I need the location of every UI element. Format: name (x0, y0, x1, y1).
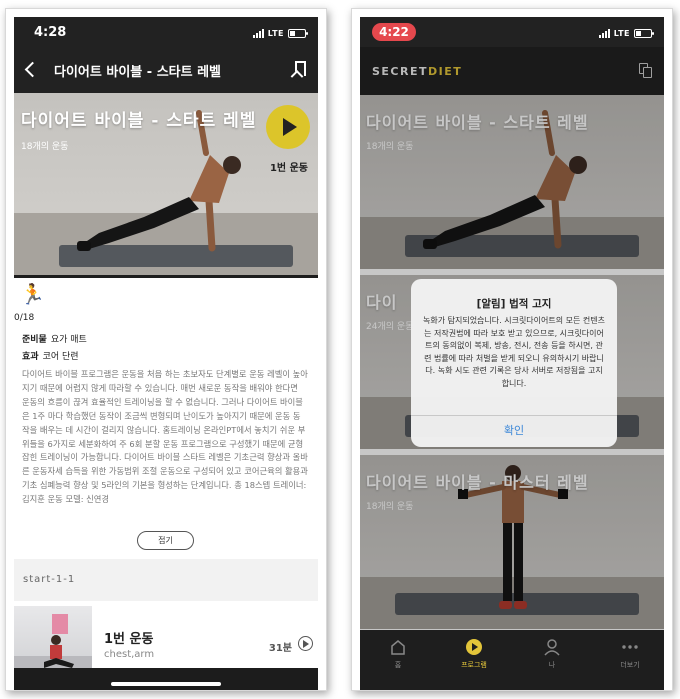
confirm-button[interactable]: 확인 (411, 415, 617, 447)
phone-right: 4:22 LTE SECRETDIET 다이어트 바이블 - 스타트 레벨 18… (351, 8, 673, 691)
tab-home[interactable]: 홈 (368, 638, 428, 670)
status-bar: 4:22 LTE (360, 17, 664, 47)
status-time: 4:28 (34, 25, 67, 40)
network-label: LTE (613, 28, 630, 38)
tab-program[interactable]: 프로그램 (444, 638, 504, 670)
signal-icon (598, 28, 610, 38)
workout-tags: chest,arm (104, 649, 155, 660)
play-circle-icon (465, 638, 483, 656)
home-indicator (111, 682, 221, 686)
tab-more[interactable]: 더보기 (600, 638, 660, 670)
network-label: LTE (267, 28, 284, 38)
battery-icon (288, 28, 308, 38)
legal-notice-dialog: [알림] 법적 고지 녹화가 탐지되었습니다. 시크릿다이어트의 모든 컨텐츠는… (411, 279, 617, 447)
video-progress-bar[interactable] (14, 275, 318, 278)
play-button[interactable] (266, 105, 310, 149)
collapse-button[interactable]: 접기 (137, 531, 194, 550)
play-caption: 1번 운동 (269, 163, 308, 174)
recording-time-pill: 4:22 (372, 23, 416, 41)
program-hero-video[interactable]: 다이어트 바이블 - 스타트 레벨 18개의 운동 1번 운동 (14, 93, 318, 275)
section-header: start-1-1 (14, 559, 318, 601)
bottom-bar (14, 668, 318, 690)
prep-row: 준비물 요가 매트 (22, 332, 87, 345)
workout-thumbnail (14, 606, 92, 676)
effect-value: 코어 단련 (42, 352, 79, 362)
status-bar: 4:28 LTE (14, 17, 318, 47)
program-description: 다이어트 바이블 프로그램은 운동을 처음 하는 초보자도 단계별로 운동 레벨… (22, 369, 308, 505)
dialog-body: 녹화가 탐지되었습니다. 시크릿다이어트의 모든 컨텐츠는 저작권법에 따라 보… (423, 316, 605, 388)
person-icon (543, 638, 561, 656)
battery-icon (634, 28, 654, 38)
effect-label: 효과 (22, 352, 39, 362)
hero-subtitle: 18개의 운동 (21, 142, 69, 152)
more-icon (621, 638, 639, 656)
home-icon (389, 638, 407, 656)
back-icon[interactable] (24, 61, 41, 78)
runner-icon: 🏃 (20, 282, 45, 306)
section-label: start-1-1 (23, 574, 76, 585)
effect-row: 효과 코어 단련 (22, 349, 79, 362)
play-circle-icon[interactable] (298, 636, 313, 651)
progress-count: 0/18 (14, 313, 35, 323)
hero-title: 다이어트 바이블 - 스타트 레벨 (21, 111, 257, 131)
prep-value: 요가 매트 (50, 335, 87, 345)
bookmark-icon[interactable] (295, 61, 306, 76)
tab-me[interactable]: 나 (522, 638, 582, 670)
workout-name: 1번 운동 (104, 632, 154, 647)
program-detail-screen: 4:28 LTE 다이어트 바이블 - 스타트 레벨 다이어트 바이블 - 스타… (14, 17, 318, 690)
prep-label: 준비물 (22, 335, 47, 345)
workout-list-item[interactable]: 1번 운동 chest,arm 31분 (14, 606, 318, 676)
nav-title: 다이어트 바이블 - 스타트 레벨 (54, 65, 222, 80)
signal-icon (252, 28, 264, 38)
tab-bar: 홈 프로그램 나 더보기 (360, 630, 664, 690)
phone-left: 4:28 LTE 다이어트 바이블 - 스타트 레벨 다이어트 바이블 - 스타… (5, 8, 327, 691)
workout-duration: 31분 (268, 643, 292, 654)
program-list-screen: 4:22 LTE SECRETDIET 다이어트 바이블 - 스타트 레벨 18… (360, 17, 664, 690)
nav-bar: 다이어트 바이블 - 스타트 레벨 (14, 47, 318, 93)
dialog-title: [알림] 법적 고지 (476, 298, 552, 310)
